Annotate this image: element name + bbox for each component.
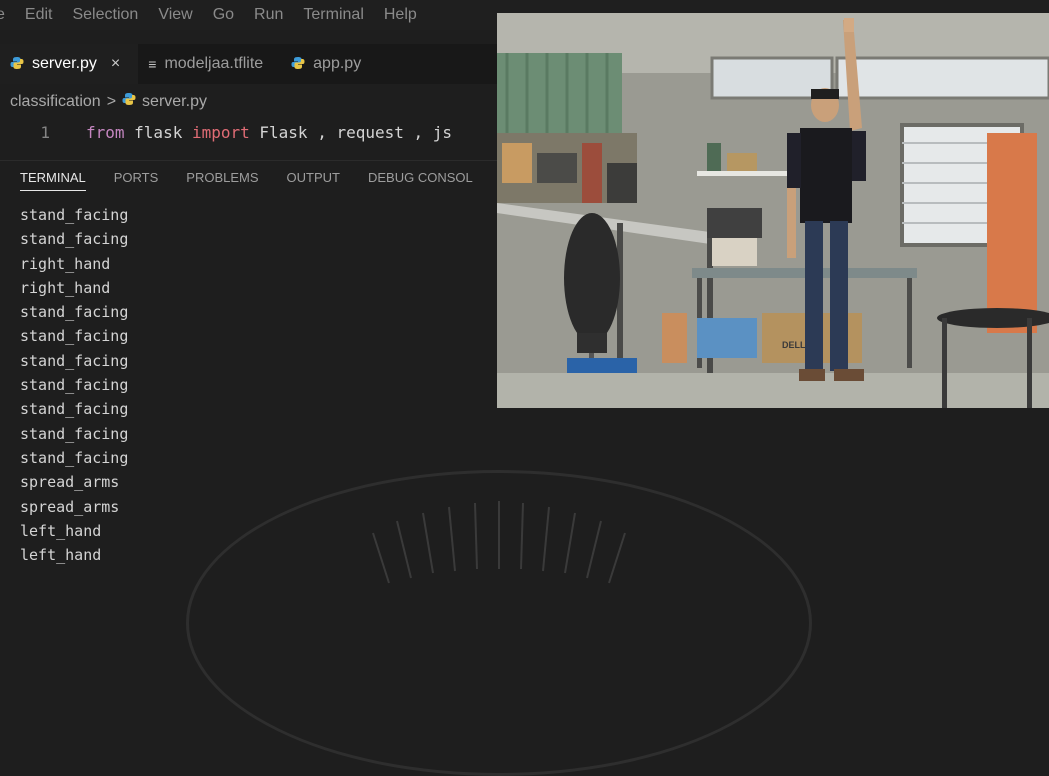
- terminal-line: stand_facing: [20, 230, 129, 249]
- panel-tab-bar: TERMINAL PORTS PROBLEMS OUTPUT DEBUG CON…: [0, 160, 500, 193]
- python-file-icon: [122, 92, 136, 111]
- terminal-line: stand_facing: [20, 327, 129, 346]
- tab-output[interactable]: OUTPUT: [273, 161, 354, 193]
- webcam-video-feed: DELL: [497, 13, 1049, 408]
- terminal-line: right_hand: [20, 254, 111, 273]
- python-file-icon: [291, 56, 305, 73]
- video-frame: DELL: [497, 13, 1049, 408]
- watermark-ring: [186, 470, 812, 776]
- terminal-line: stand_facing: [20, 206, 129, 224]
- module-name: flask: [124, 122, 192, 142]
- tab-terminal[interactable]: TERMINAL: [0, 161, 100, 193]
- import-list: Flask , request , js: [249, 122, 453, 142]
- keyword-from: from: [86, 122, 125, 142]
- text-file-icon: ≡: [148, 56, 157, 72]
- tab-label: server.py: [32, 55, 97, 72]
- tab-label: modeljaa.tflite: [164, 55, 264, 72]
- menu-selection[interactable]: Selection: [62, 6, 148, 24]
- breadcrumb-separator: >: [106, 92, 117, 110]
- menu-view[interactable]: View: [148, 6, 202, 24]
- menu-file[interactable]: e: [0, 6, 15, 24]
- line-number: 1: [40, 122, 50, 142]
- terminal-line: stand_facing: [20, 400, 129, 419]
- terminal-line: stand_facing: [20, 303, 129, 322]
- code-line[interactable]: 1 from flask import Flask , request , js: [0, 118, 500, 146]
- breadcrumb-file[interactable]: server.py: [142, 93, 207, 111]
- tab-app-py[interactable]: app.py: [281, 44, 380, 84]
- menu-go[interactable]: Go: [203, 6, 244, 24]
- terminal-line: stand_facing: [20, 351, 129, 370]
- editor-tab-bar: server.py × ≡ modeljaa.tflite app.py: [0, 44, 500, 84]
- breadcrumb: classification > server.py: [10, 92, 207, 111]
- tab-label: app.py: [313, 55, 362, 72]
- keyword-import: import: [191, 122, 250, 142]
- terminal-line: stand_facing: [20, 376, 129, 395]
- box-label: DELL: [782, 340, 806, 350]
- terminal-line: right_hand: [20, 278, 111, 297]
- watermark-rays: [372, 501, 626, 584]
- tab-server-py[interactable]: server.py ×: [0, 44, 139, 84]
- menu-help[interactable]: Help: [374, 6, 427, 24]
- menu-run[interactable]: Run: [244, 6, 293, 24]
- python-file-icon: [10, 56, 24, 73]
- close-icon[interactable]: ×: [111, 55, 120, 73]
- tab-debug-console[interactable]: DEBUG CONSOL: [354, 161, 487, 193]
- breadcrumb-folder[interactable]: classification: [10, 93, 101, 111]
- terminal-line: stand_facing: [20, 448, 129, 467]
- tab-ports[interactable]: PORTS: [100, 161, 173, 193]
- menu-terminal[interactable]: Terminal: [293, 6, 373, 24]
- terminal-line: stand_facing: [20, 424, 129, 443]
- menu-edit[interactable]: Edit: [15, 6, 63, 24]
- tab-problems[interactable]: PROBLEMS: [172, 161, 272, 193]
- tab-modeljaa-tflite[interactable]: ≡ modeljaa.tflite: [138, 44, 282, 84]
